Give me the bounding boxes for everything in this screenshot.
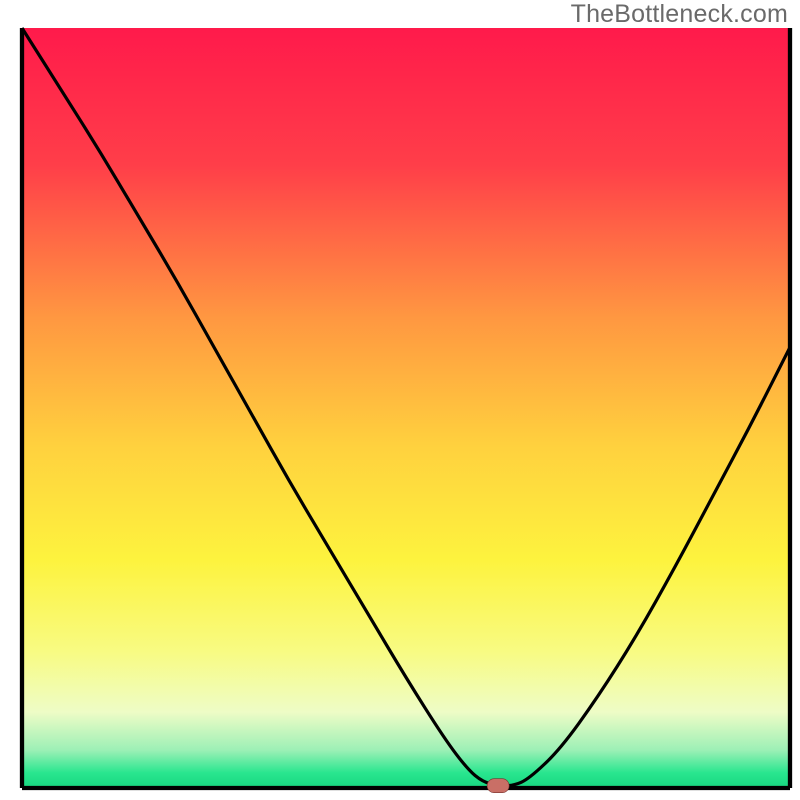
optimal-marker <box>487 779 509 793</box>
watermark-label: TheBottleneck.com <box>571 0 788 29</box>
bottleneck-chart <box>0 0 800 800</box>
chart-container: TheBottleneck.com <box>0 0 800 800</box>
plot-background <box>22 28 790 788</box>
